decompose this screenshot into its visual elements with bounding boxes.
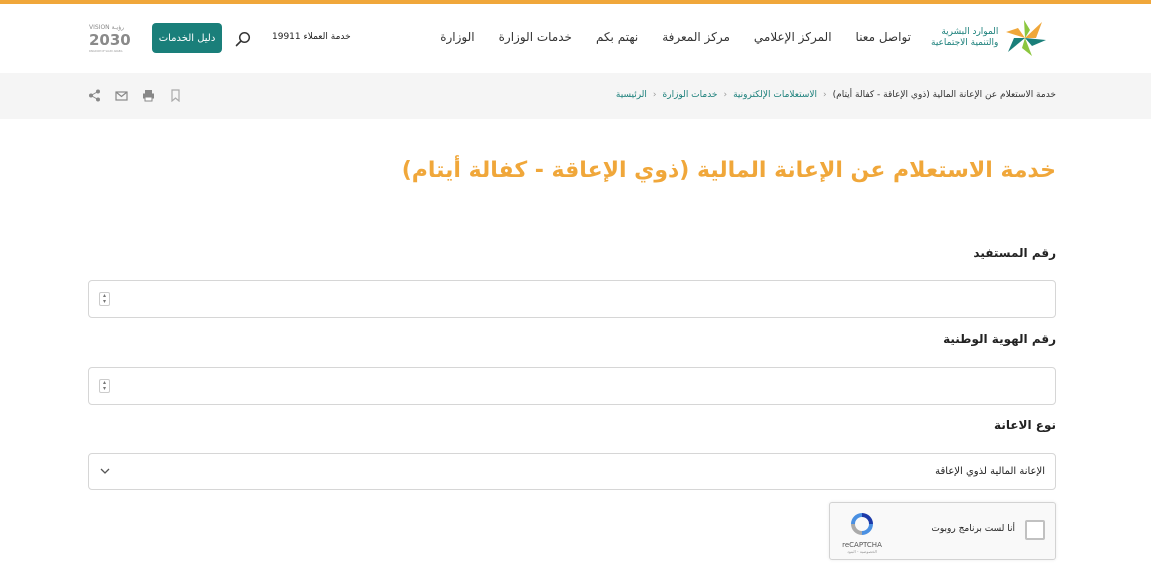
recaptcha-brand: reCAPTCHA bbox=[842, 541, 882, 549]
breadcrumb-ministry-services[interactable]: خدمات الوزارة bbox=[663, 90, 718, 100]
breadcrumb-bar: الرئيسية ‹ خدمات الوزارة ‹ الاستعلامات ا… bbox=[0, 73, 1151, 119]
number-stepper-icon[interactable]: ▴ ▾ bbox=[99, 379, 110, 393]
share-icon[interactable] bbox=[88, 89, 101, 102]
ministry-logo[interactable]: الموارد البشرية والتنمية الاجتماعية bbox=[931, 18, 1055, 58]
chevron-left-icon: ‹ bbox=[652, 90, 657, 100]
recaptcha-terms[interactable]: الخصوصية - البنود bbox=[842, 549, 882, 554]
site-header: الموارد البشرية والتنمية الاجتماعية الوز… bbox=[0, 4, 1151, 73]
nav-ministry-services[interactable]: خدمات الوزارة bbox=[499, 30, 572, 44]
nav-we-care[interactable]: نهتم بكم bbox=[596, 30, 638, 44]
recaptcha-icon bbox=[851, 513, 873, 535]
search-icon[interactable] bbox=[235, 31, 251, 47]
aid-type-selected-value: الإعانة المالية لذوي الإعاقة bbox=[935, 466, 1045, 477]
aid-type-select[interactable]: الإعانة المالية لذوي الإعاقة bbox=[88, 453, 1056, 490]
print-icon[interactable] bbox=[142, 89, 155, 102]
beneficiary-number-label: رقم المستفيد bbox=[973, 246, 1056, 260]
breadcrumb-home[interactable]: الرئيسية bbox=[616, 90, 647, 100]
email-icon[interactable] bbox=[115, 89, 128, 102]
beneficiary-number-input[interactable]: ▴ ▾ bbox=[88, 280, 1056, 318]
ministry-name-line1: الموارد البشرية bbox=[941, 27, 999, 37]
national-id-input[interactable]: ▴ ▾ bbox=[88, 367, 1056, 405]
breadcrumb: الرئيسية ‹ خدمات الوزارة ‹ الاستعلامات ا… bbox=[616, 90, 1056, 100]
ministry-name-line2: والتنمية الاجتماعية bbox=[931, 38, 999, 48]
ministry-emblem-icon bbox=[1006, 20, 1047, 56]
aid-type-label: نوع الاعانة bbox=[994, 418, 1056, 432]
recaptcha-checkbox[interactable] bbox=[1025, 520, 1045, 540]
vision-top-text: VISION رؤيـة bbox=[89, 24, 124, 31]
nav-media-center[interactable]: المركز الإعلامي bbox=[754, 30, 832, 44]
chevron-left-icon: ‹ bbox=[723, 90, 728, 100]
vision-bottom-text: KINGDOM OF SAUDI ARABIA bbox=[89, 50, 123, 53]
recaptcha-logo: reCAPTCHA الخصوصية - البنود bbox=[842, 511, 882, 555]
page-tools bbox=[88, 89, 182, 102]
bookmark-icon[interactable] bbox=[169, 89, 182, 102]
national-id-label: رقم الهوية الوطنية bbox=[943, 332, 1056, 346]
nav-ministry[interactable]: الوزارة bbox=[440, 30, 474, 44]
vision-2030-logo: VISION رؤيـة 2030 KINGDOM OF SAUDI ARABI… bbox=[89, 24, 131, 53]
recaptcha-widget: أنا لست برنامج روبوت reCAPTCHA الخصوصية … bbox=[829, 502, 1056, 560]
customer-service-number[interactable]: خدمة العملاء 19911 bbox=[272, 32, 351, 42]
breadcrumb-e-inquiries[interactable]: الاستعلامات الإلكترونية bbox=[733, 90, 817, 100]
page-title: خدمة الاستعلام عن الإعانة المالية (ذوي ا… bbox=[401, 158, 1056, 183]
number-stepper-icon[interactable]: ▴ ▾ bbox=[99, 292, 110, 306]
nav-knowledge-center[interactable]: مركز المعرفة bbox=[662, 30, 730, 44]
ministry-name: الموارد البشرية والتنمية الاجتماعية bbox=[931, 27, 998, 49]
vision-year-text: 2030 bbox=[89, 31, 131, 49]
recaptcha-label: أنا لست برنامج روبوت bbox=[931, 524, 1015, 534]
main-nav: الوزارة خدمات الوزارة نهتم بكم مركز المع… bbox=[440, 30, 911, 44]
services-guide-button[interactable]: دليل الخدمات bbox=[152, 23, 222, 53]
chevron-down-icon bbox=[100, 468, 110, 474]
breadcrumb-current: خدمة الاستعلام عن الإعانة المالية (ذوي ا… bbox=[832, 90, 1056, 100]
nav-contact-us[interactable]: تواصل معنا bbox=[856, 30, 911, 44]
chevron-left-icon: ‹ bbox=[823, 90, 827, 100]
